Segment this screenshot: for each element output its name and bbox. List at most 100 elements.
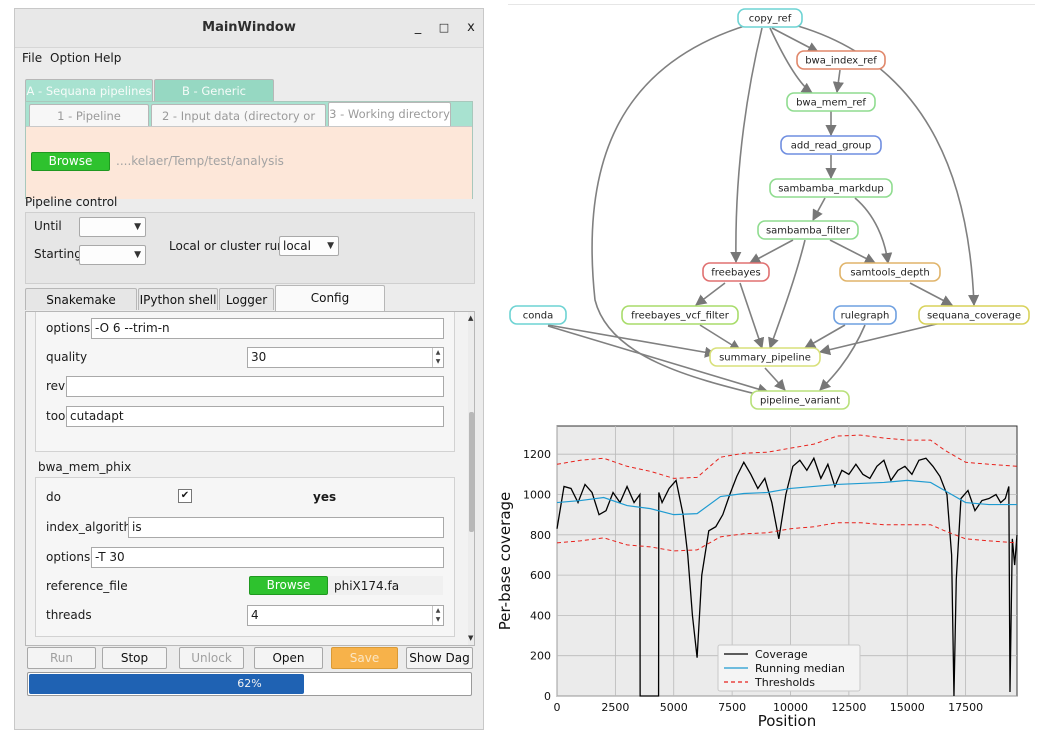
param-label: rev — [46, 379, 66, 393]
config-scrollbar[interactable]: ▲ ▼ — [468, 312, 474, 645]
x-tick-label: 2500 — [601, 701, 629, 714]
y-tick-label: 800 — [530, 529, 551, 542]
svg-text:samtools_depth: samtools_depth — [850, 268, 929, 279]
coverage-chart: 0 2500 5000 7500 10000 12500 15000 17500 020040… — [496, 425, 1018, 730]
legend-label: Running median — [755, 662, 845, 675]
dag-node-rulegraph: rulegraph — [833, 305, 897, 325]
until-select[interactable]: ▼ — [79, 217, 146, 237]
tab-input-data[interactable]: 2 - Input data (directory or files) — [151, 104, 326, 145]
spin-arrows-icon[interactable]: ▲ ▼ — [432, 606, 443, 625]
main-window: MainWindow _ □ x File Option Help A - Se… — [14, 8, 484, 730]
bwa-mem-phix-group: do ✔ yes index_algorithm is options -T 3… — [35, 477, 455, 637]
run-button[interactable]: Run — [27, 647, 96, 669]
index-algorithm-field[interactable]: is — [128, 517, 444, 538]
pipeline-control-label: Pipeline control — [25, 195, 118, 209]
svg-text:copy_ref: copy_ref — [749, 14, 792, 25]
rev-field[interactable] — [66, 376, 444, 397]
x-tick-label: 7500 — [718, 701, 746, 714]
threads-value: 4 — [251, 608, 259, 622]
legend-label: Thresholds — [754, 676, 815, 689]
do-checkbox[interactable]: ✔ — [178, 489, 192, 503]
open-report-button[interactable]: Open Report — [254, 647, 323, 685]
dag-node-samtools-depth: samtools_depth — [839, 262, 941, 282]
chart-legend: CoverageRunning medianThresholds — [717, 644, 861, 692]
quality-spinbox[interactable]: 30 ▲ ▼ — [247, 347, 444, 368]
options-label: options — [46, 550, 91, 564]
working-dir-path: ....kelaer/Temp/test/analysis — [116, 154, 284, 168]
y-tick-label: 200 — [530, 650, 551, 663]
spin-arrows-icon[interactable]: ▲ ▼ — [432, 348, 443, 367]
y-tick-label: 600 — [530, 569, 551, 582]
dag-node-summary-pipeline: summary_pipeline — [709, 347, 821, 367]
svg-text:freebayes_vcf_filter: freebayes_vcf_filter — [631, 311, 730, 322]
close-button[interactable]: x — [462, 19, 480, 37]
browse-working-dir-button[interactable]: Browse — [31, 152, 110, 171]
minimize-button[interactable]: _ — [409, 19, 427, 37]
x-tick-label: 17500 — [948, 701, 983, 714]
svg-text:conda: conda — [523, 311, 553, 322]
svg-text:sambamba_filter: sambamba_filter — [766, 226, 851, 237]
y-tick-label: 1200 — [523, 448, 551, 461]
svg-text:bwa_mem_ref: bwa_mem_ref — [796, 98, 866, 109]
scrollbar-thumb[interactable] — [469, 412, 474, 532]
menu-option[interactable]: Option — [50, 51, 90, 65]
svg-text:sambamba_markdup: sambamba_markdup — [778, 184, 884, 195]
starting-select[interactable]: ▼ — [79, 245, 146, 265]
svg-text:freebayes: freebayes — [711, 268, 760, 279]
progress-text: 62% — [237, 677, 262, 690]
progress-bar: 62% — [27, 672, 472, 696]
tab-generic-pipelines[interactable]: B - Generic pipelines — [154, 79, 274, 120]
dag-node-sambamba-filter: sambamba_filter — [757, 220, 859, 240]
cutadapt-group: options -O 6 --trim-n quality 30 ▲ ▼ rev … — [35, 312, 455, 452]
svg-text:sequana_coverage: sequana_coverage — [927, 311, 1021, 322]
y-tick-label: 400 — [530, 609, 551, 622]
y-tick-label: 0 — [544, 690, 551, 703]
unlock-button[interactable]: Unlock — [179, 647, 244, 669]
quality-value: 30 — [251, 350, 267, 364]
reference-file-value: phiX174.fa — [334, 579, 400, 593]
tab-ipython-shell[interactable]: IPython shell — [138, 288, 218, 310]
dag-node-freebayes-vcf-filter: freebayes_vcf_filter — [621, 305, 739, 325]
tab-snakemake-output[interactable]: Snakemake output — [25, 288, 137, 329]
bwa-section-title: bwa_mem_phix — [38, 460, 132, 474]
show-dag-button[interactable]: Show Dag — [406, 647, 473, 669]
y-axis-label: Per-base coverage — [496, 492, 514, 631]
run-mode-select[interactable]: local ▼ — [279, 236, 339, 256]
run-mode-value: local — [283, 239, 311, 253]
stop-button[interactable]: Stop — [102, 647, 167, 669]
svg-text:rulegraph: rulegraph — [841, 311, 890, 322]
working-directory-panel: Browse ....kelaer/Temp/test/analysis — [26, 126, 472, 199]
x-tick-label: 0 — [554, 701, 561, 714]
save-config-button[interactable]: Save Config — [331, 647, 398, 685]
bwa-options-field[interactable]: -T 30 — [91, 547, 444, 568]
scroll-up-icon[interactable]: ▲ — [468, 314, 473, 322]
param-label: options — [46, 321, 91, 335]
menu-help[interactable]: Help — [94, 51, 121, 65]
tab-working-directory[interactable]: 3 - Working directory — [328, 102, 451, 127]
config-scroll-area[interactable]: options -O 6 --trim-n quality 30 ▲ ▼ rev … — [25, 311, 475, 646]
dag-node-bwa-index-ref: bwa_index_ref — [796, 50, 886, 70]
title-bar: MainWindow _ □ x — [15, 9, 483, 48]
threads-label: threads — [46, 608, 92, 622]
tab-sequana-pipelines[interactable]: A - Sequana pipelines — [25, 79, 153, 101]
maximize-button[interactable]: □ — [435, 19, 453, 37]
tab-logger[interactable]: Logger — [219, 288, 274, 310]
browse-reference-button[interactable]: Browse — [249, 576, 328, 595]
scroll-down-icon[interactable]: ▼ — [468, 634, 473, 642]
menu-file[interactable]: File — [22, 51, 42, 65]
options-field[interactable]: -O 6 --trim-n — [91, 318, 444, 339]
svg-text:summary_pipeline: summary_pipeline — [719, 353, 811, 364]
dag-node-conda: conda — [509, 305, 567, 325]
dag-node-pipeline-variant: pipeline_variant — [750, 390, 850, 410]
menu-bar: File Option Help — [15, 48, 483, 70]
starting-label: Starting — [34, 247, 82, 261]
y-tick-label: 1000 — [523, 489, 551, 502]
tab-pipeline-selection[interactable]: 1 - Pipeline selection — [29, 104, 149, 145]
svg-text:bwa_index_ref: bwa_index_ref — [805, 56, 877, 67]
do-label: do — [46, 490, 61, 504]
tab-config-parameters[interactable]: Config parameters — [275, 285, 385, 329]
legend-label: Coverage — [755, 648, 808, 661]
threads-spinbox[interactable]: 4 ▲ ▼ — [247, 605, 444, 626]
dag-node-sequana-coverage: sequana_coverage — [918, 305, 1030, 325]
tool-field[interactable]: cutadapt — [66, 406, 444, 427]
